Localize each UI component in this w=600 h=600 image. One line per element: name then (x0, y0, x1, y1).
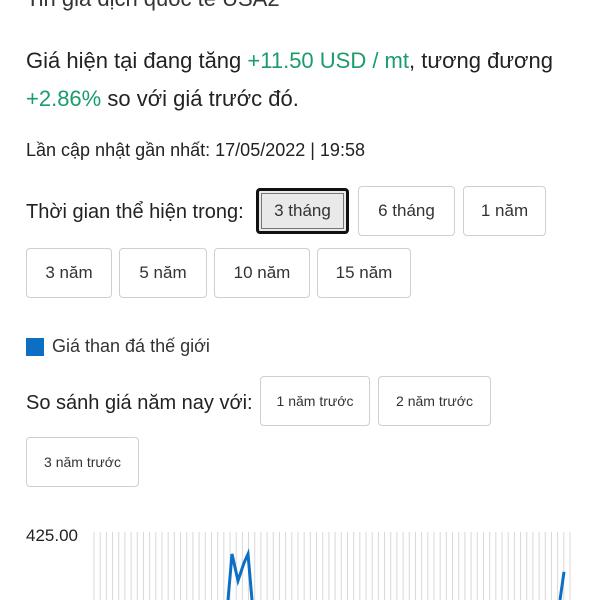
last-updated: Lần cập nhật gần nhất: 17/05/2022 | 19:5… (26, 140, 365, 160)
period-6-months-button[interactable]: 6 tháng (358, 186, 455, 236)
period-5-years-button[interactable]: 5 năm (119, 248, 207, 298)
period-1-year-button[interactable]: 1 năm (463, 186, 546, 236)
price-change-text: Giá hiện tại đang tăng +11.50 USD / mt, … (26, 42, 586, 118)
price-change-amount: +11.50 USD / mt (247, 48, 409, 73)
chart-legend: Giá than đá thế giới (26, 336, 210, 357)
period-10-years-button[interactable]: 10 năm (214, 248, 310, 298)
price-chart (93, 532, 571, 600)
period-label: Thời gian thể hiện trong: (26, 201, 244, 223)
period-15-years-button[interactable]: 15 năm (317, 248, 411, 298)
period-3-years-button[interactable]: 3 năm (26, 248, 112, 298)
period-3-months-button[interactable]: 3 tháng (256, 188, 349, 234)
legend-swatch (26, 337, 44, 356)
compare-3-years-ago-button[interactable]: 3 năm trước (26, 437, 139, 487)
price-change-prefix: Giá hiện tại đang tăng (26, 48, 248, 73)
price-change-suffix: so với giá trước đó. (101, 86, 299, 111)
clipped-heading: Tin giá dịch quốc tế USA2 (26, 0, 280, 12)
price-change-middle: , tương đương (409, 48, 553, 73)
price-change-percent: +2.86% (26, 86, 102, 111)
y-axis-max-label: 425.00 (26, 526, 78, 545)
legend-label: Giá than đá thế giới (52, 336, 210, 356)
compare-label: So sánh giá năm nay với: (26, 392, 253, 414)
compare-1-year-ago-button[interactable]: 1 năm trước (260, 376, 370, 426)
compare-2-years-ago-button[interactable]: 2 năm trước (378, 376, 491, 426)
